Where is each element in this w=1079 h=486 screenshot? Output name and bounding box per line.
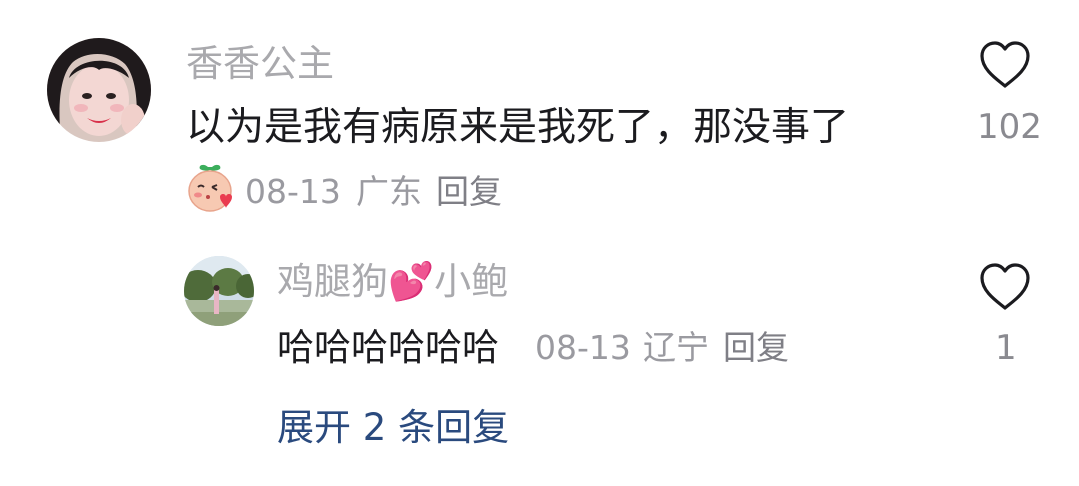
reply-date: 08-13 (535, 328, 631, 367)
comment-like-count: 102 (977, 107, 1042, 147)
comment-reply-button[interactable]: 回复 (436, 175, 502, 208)
reply-username-part1: 鸡腿狗 (277, 260, 388, 303)
reply-avatar[interactable] (184, 256, 254, 326)
expand-replies-link[interactable]: 展开 2 条回复 (277, 409, 509, 446)
heart-icon (980, 263, 1030, 310)
comment-date: 08-13 (245, 172, 341, 211)
blushing-face-emoji-icon (186, 163, 234, 213)
user-avatar-photo-icon (184, 256, 254, 326)
commenter-avatar[interactable] (47, 38, 151, 142)
reply-reply-button[interactable]: 回复 (723, 331, 789, 364)
commenter-username[interactable]: 香香公主 (186, 45, 334, 82)
comment-like-button[interactable] (978, 40, 1032, 90)
comment-location: 广东 (356, 172, 422, 211)
reply-username-part2: 小鲍 (434, 260, 509, 303)
user-avatar-photo-icon (47, 38, 151, 142)
reply-text: 哈哈哈哈哈哈 (277, 326, 499, 369)
heart-icon (980, 41, 1030, 88)
reply-location: 辽宁 (643, 328, 709, 367)
reply-like-count: 1 (995, 328, 1017, 368)
reply-like-button[interactable] (978, 262, 1032, 312)
two-hearts-icon: 💕 (388, 260, 435, 303)
reply-username[interactable]: 鸡腿狗💕小鲍 (277, 263, 508, 300)
comment-text: 以为是我有病原来是我死了，那没事了 (186, 105, 850, 150)
